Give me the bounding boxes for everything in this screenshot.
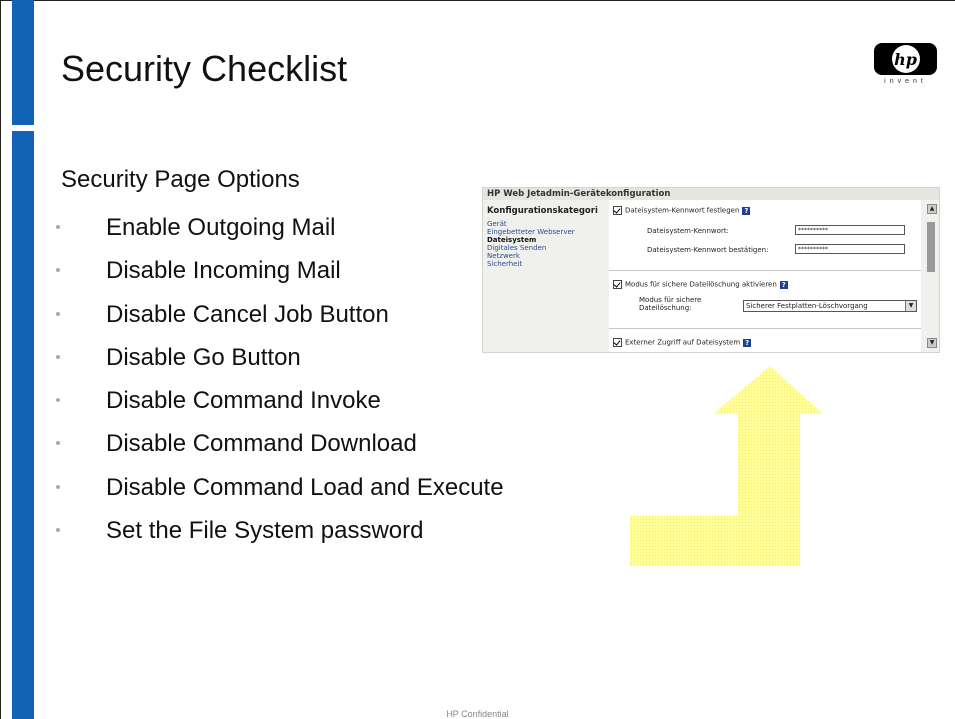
up-arrow-icon (630, 366, 823, 566)
divider (609, 270, 921, 271)
secure-erase-checkbox[interactable] (613, 280, 622, 289)
erase-mode-select[interactable]: Sicherer Festplatten-Löschvorgang ▼ (743, 300, 917, 312)
erase-mode-label: Modus für sichere Dateilöschung: (639, 296, 702, 312)
set-password-checkbox[interactable] (613, 206, 622, 215)
password-label: Dateisystem-Kennwort: (647, 227, 729, 235)
settings-panel: Dateisystem-Kennwort festlegen? Dateisys… (609, 200, 921, 352)
password-setting-row: Dateisystem-Kennwort festlegen? (613, 206, 751, 215)
bullet-dot-icon (56, 311, 60, 316)
confirm-password-label: Dateisystem-Kennwort bestätigen: (647, 246, 769, 254)
external-access-row: Externer Zugriff auf Dateisystem? (613, 338, 752, 347)
slide-title: Security Checklist (61, 48, 348, 89)
nav-item-geraet[interactable]: Gerät (487, 220, 575, 228)
external-access-label: Externer Zugriff auf Dateisystem (625, 338, 741, 347)
erase-mode-value: Sicherer Festplatten-Löschvorgang (746, 302, 868, 310)
embedded-screenshot: HP Web Jetadmin-Gerätekonfiguration Konf… (482, 187, 940, 353)
accent-bar-top (12, 0, 34, 125)
nav-item-sicherheit[interactable]: Sicherheit (487, 260, 575, 268)
bullet-dot-icon (56, 225, 60, 229)
hp-logo-mark: hp (891, 45, 920, 73)
scroll-thumb[interactable] (927, 222, 935, 272)
scroll-down-icon[interactable]: ▼ (927, 338, 937, 348)
secure-erase-row: Modus für sichere Dateilöschung aktivier… (613, 280, 788, 289)
category-nav: Gerät Eingebetteter Webserver Dateisyste… (487, 220, 575, 268)
external-access-checkbox[interactable] (613, 338, 622, 347)
chevron-down-icon[interactable]: ▼ (905, 301, 916, 311)
help-icon[interactable]: ? (743, 338, 752, 347)
bullet-dot-icon (56, 354, 60, 359)
footer-confidential: HP Confidential (446, 709, 509, 719)
scroll-up-icon[interactable]: ▲ (927, 204, 937, 214)
help-icon[interactable]: ? (779, 280, 788, 289)
password-field[interactable]: ********** (795, 225, 905, 235)
nav-item-webserver[interactable]: Eingebetteter Webserver (487, 228, 575, 236)
slide-subtitle: Security Page Options (61, 166, 300, 193)
accent-bar-bottom (12, 131, 34, 719)
nav-item-digitales-senden[interactable]: Digitales Senden (487, 244, 575, 252)
bullet-dot-icon (56, 484, 60, 489)
category-title: Konfigurationskategori (487, 206, 598, 216)
help-icon[interactable]: ? (742, 206, 751, 215)
divider (609, 328, 921, 329)
nav-item-dateisystem[interactable]: Dateisystem (487, 236, 575, 244)
hp-logo-tagline: invent (884, 78, 927, 85)
hp-logo: hp invent (874, 43, 937, 91)
nav-item-netzwerk[interactable]: Netzwerk (487, 252, 575, 260)
screenshot-header: HP Web Jetadmin-Gerätekonfiguration (483, 188, 939, 200)
scrollbar[interactable]: ▲ ▼ (923, 200, 939, 352)
secure-erase-label: Modus für sichere Dateilöschung aktivier… (625, 280, 777, 289)
confirm-password-field[interactable]: ********** (795, 244, 905, 254)
set-password-label: Dateisystem-Kennwort festlegen (625, 206, 740, 215)
hp-logo-badge: hp (874, 43, 937, 75)
